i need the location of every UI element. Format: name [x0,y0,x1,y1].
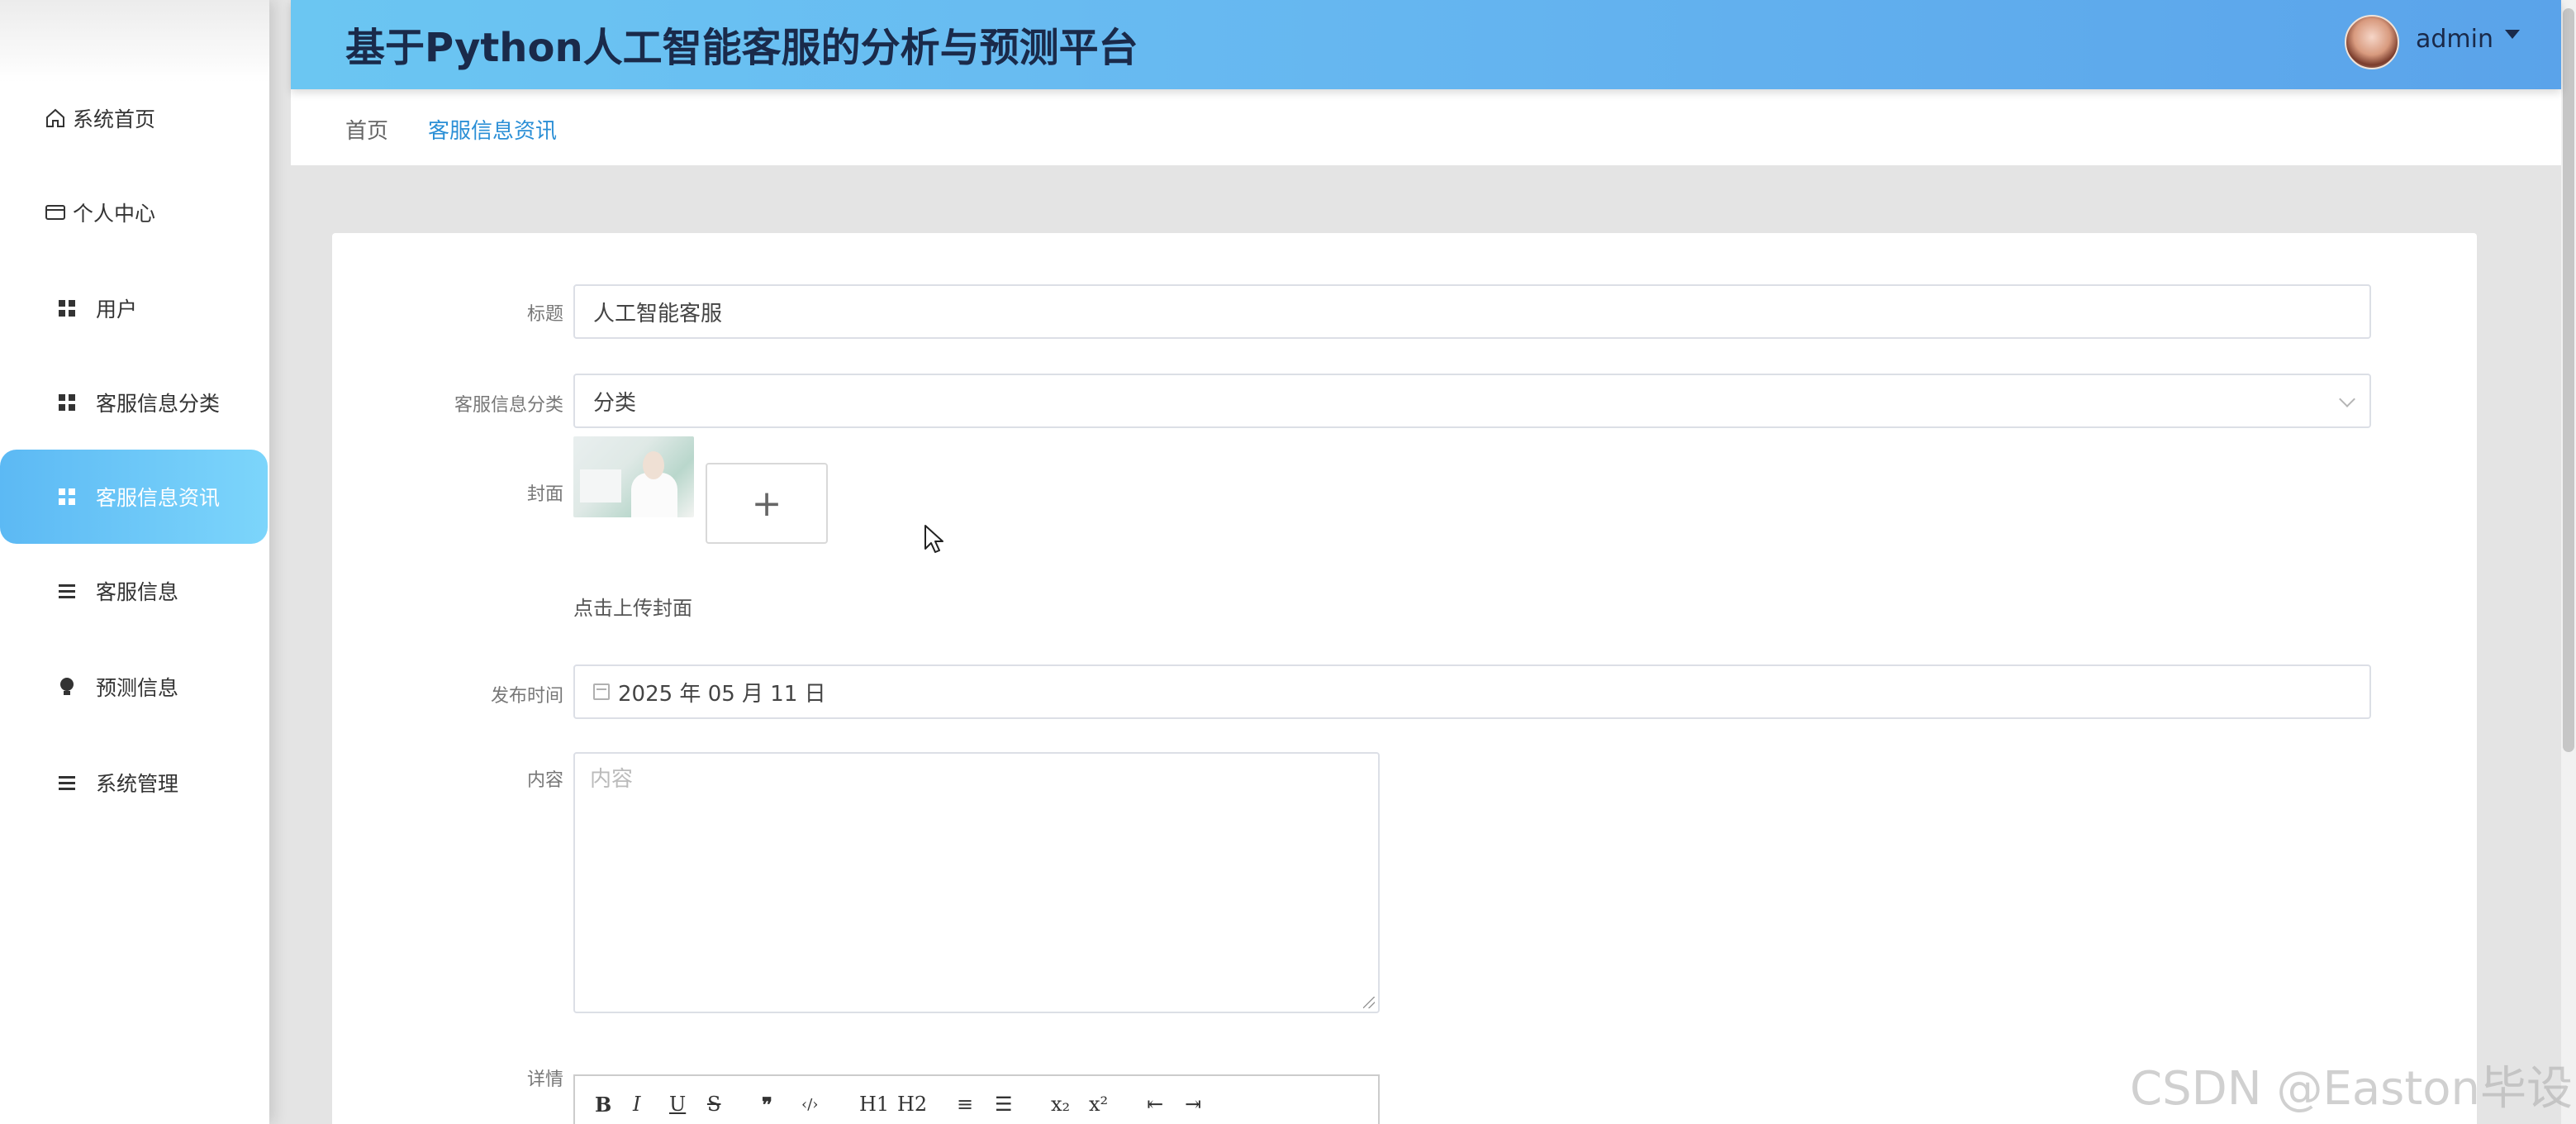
sidebar-header-fade [0,0,269,83]
sidebar: 系统首页 个人中心 用户 客服信息分类 客服信息资讯 客服信息 预测信息 系统管… [0,0,269,1124]
caret-down-icon[interactable] [2505,30,2520,39]
code-block-button[interactable]: ‹/› [801,1096,818,1113]
content-label: 内容 [526,770,563,791]
calendar-icon [593,683,610,700]
superscript-button[interactable]: x² [1089,1093,1108,1116]
grid-icon [55,484,79,509]
card-icon [43,200,68,225]
italic-button[interactable]: I [633,1093,640,1116]
grid-icon [55,296,79,321]
resize-handle[interactable] [1363,997,1375,1008]
sidebar-item-service-news[interactable]: 客服信息资讯 [0,450,268,544]
category-label: 客服信息分类 [454,395,563,416]
bulb-icon [55,674,79,699]
date-label: 发布时间 [490,686,563,707]
heading2-button[interactable]: H2 [897,1093,927,1116]
chevron-down-icon [2339,391,2355,407]
blockquote-button[interactable]: ❞ [762,1093,772,1117]
breadcrumb-home[interactable]: 首页 [345,114,388,145]
home-icon [43,106,68,131]
bold-button[interactable]: B [595,1093,611,1117]
indent-button[interactable]: ⇥ [1185,1093,1201,1116]
breadcrumb: 首页 客服信息资讯 [291,89,2561,165]
sidebar-item-users[interactable]: 用户 [0,261,269,355]
sidebar-item-label: 客服信息分类 [96,392,221,416]
sidebar-item-service-category[interactable]: 客服信息分类 [0,355,269,450]
content-textarea[interactable]: 内容 [573,752,1380,1013]
underline-button[interactable]: U [669,1093,686,1116]
subscript-button[interactable]: x₂ [1051,1093,1070,1116]
sidebar-item-label: 个人中心 [73,202,156,226]
heading1-button[interactable]: H1 [859,1093,889,1116]
upload-cover-button[interactable]: + [706,463,828,544]
sidebar-item-label: 客服信息资讯 [96,486,221,510]
sidebar-item-label: 用户 [96,298,138,321]
strike-button[interactable]: S [707,1093,720,1116]
sidebar-item-label: 预测信息 [96,676,179,700]
title-label: 标题 [526,304,563,325]
mouse-cursor-icon [924,524,945,557]
top-header: 基于Python人工智能客服的分析与预测平台 admin [291,0,2561,89]
sidebar-item-home[interactable]: 系统首页 [0,71,269,165]
avatar[interactable] [2345,15,2399,69]
form-card: 标题 人工智能客服 客服信息分类 分类 封面 + 点击上传封面 发布时间 202… [332,233,2477,1124]
sidebar-item-prediction[interactable]: 预测信息 [0,640,269,734]
grid-icon [55,390,79,415]
sidebar-item-system[interactable]: 系统管理 [0,736,269,830]
plus-icon: + [751,482,782,525]
cover-label: 封面 [526,484,563,505]
watermark: CSDN @Easton毕设 [2130,1062,2574,1116]
sidebar-item-service-info[interactable]: 客服信息 [0,544,269,638]
user-menu-name[interactable]: admin [2416,25,2493,54]
category-select-value: 分类 [593,390,637,416]
rich-text-editor[interactable]: B I U S ❞ ‹/› H1 H2 ≡ ☰ x₂ x² ⇤ ⇥ [573,1074,1380,1124]
bullet-list-button[interactable]: ☰ [995,1093,1013,1116]
list-icon [55,579,79,603]
upload-hint: 点击上传封面 [573,597,692,620]
detail-label: 详情 [526,1069,563,1090]
title-input[interactable]: 人工智能客服 [573,284,2371,339]
breadcrumb-current: 客服信息资讯 [428,119,558,144]
sidebar-item-label: 系统首页 [73,107,156,131]
sidebar-item-label: 客服信息 [96,580,179,604]
sidebar-item-profile[interactable]: 个人中心 [0,165,269,260]
ordered-list-button[interactable]: ≡ [957,1093,973,1116]
cover-thumbnail[interactable] [573,436,694,517]
title-input-value: 人工智能客服 [593,301,723,326]
app-title: 基于Python人工智能客服的分析与预测平台 [345,25,1138,71]
scrollbar-thumb[interactable] [2563,8,2574,752]
date-picker-value: 2025 年 05 月 11 日 [618,681,826,707]
content-placeholder: 内容 [590,767,634,792]
category-select[interactable]: 分类 [573,374,2371,428]
outdent-button[interactable]: ⇤ [1147,1093,1163,1116]
list-icon [55,770,79,795]
sidebar-item-label: 系统管理 [96,772,179,796]
date-picker[interactable]: 2025 年 05 月 11 日 [573,664,2371,719]
